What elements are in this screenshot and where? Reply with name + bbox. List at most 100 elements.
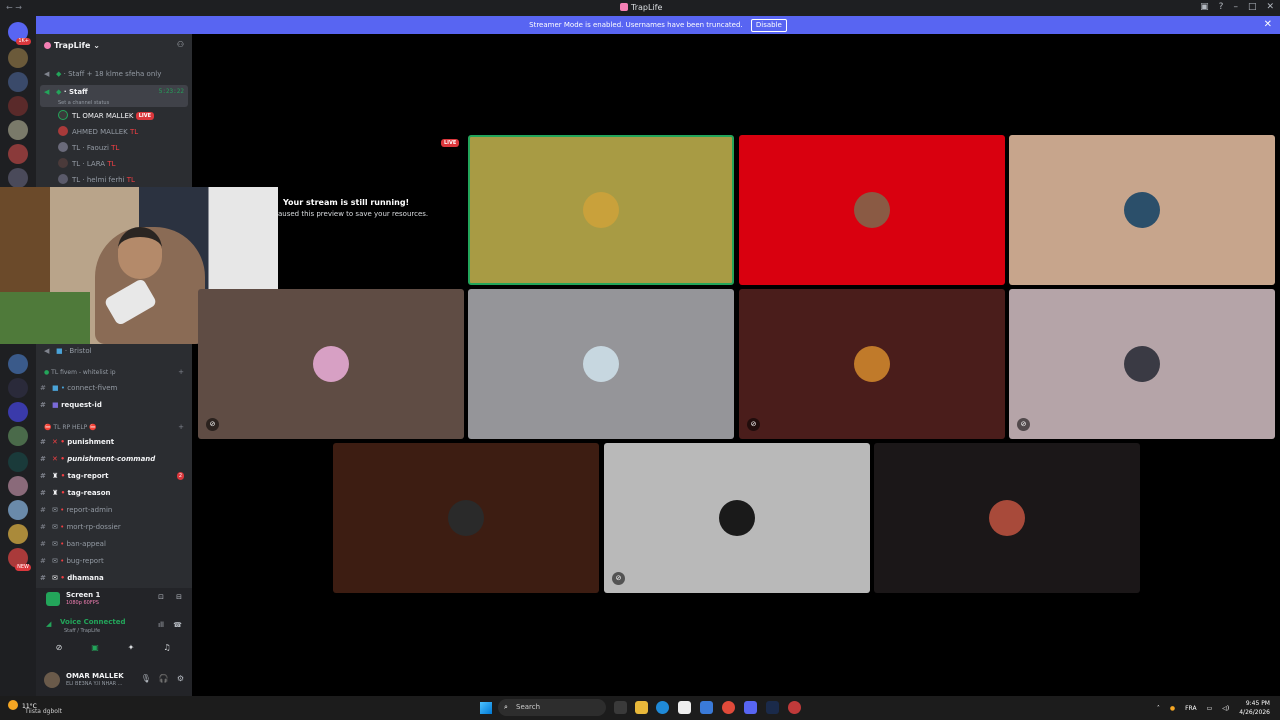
- participant-tile[interactable]: ⊘: [739, 289, 1005, 439]
- maximize-button[interactable]: □: [1248, 2, 1257, 12]
- nav-arrows-icon[interactable]: ← →: [6, 3, 22, 12]
- text-channel[interactable]: # ✕ • punishment: [40, 435, 114, 449]
- headphones-icon[interactable]: 🎧: [159, 674, 169, 683]
- participant-tile[interactable]: [333, 443, 599, 593]
- add-channel-icon[interactable]: +: [178, 368, 184, 376]
- minimize-button[interactable]: –: [1233, 2, 1238, 12]
- close-window-button[interactable]: ✕: [1266, 2, 1274, 12]
- chrome-icon[interactable]: [722, 701, 735, 714]
- signal-icon[interactable]: ◢: [46, 620, 51, 628]
- activities-button[interactable]: ✦: [116, 640, 146, 656]
- settings-gear-icon[interactable]: ⚙: [177, 674, 184, 683]
- avatar: [58, 158, 68, 168]
- server-icon[interactable]: [8, 402, 28, 422]
- participant-tile[interactable]: [468, 289, 734, 439]
- inbox-icon[interactable]: ▣: [1200, 2, 1209, 12]
- edge-icon[interactable]: [656, 701, 669, 714]
- voice-member[interactable]: TL · Faouzi TL: [58, 141, 119, 155]
- help-icon[interactable]: ?: [1219, 2, 1224, 12]
- participant-tile[interactable]: [468, 135, 734, 285]
- text-channel[interactable]: # ✉ • mort-rp-dossier: [40, 520, 121, 534]
- server-icon[interactable]: [8, 476, 28, 496]
- voice-channel-staff18[interactable]: ◀ ◆ · Staff + 18 klme sfeha only: [44, 67, 161, 81]
- server-icon[interactable]: [8, 72, 28, 92]
- server-icon[interactable]: NEW: [8, 548, 31, 571]
- server-name-header[interactable]: TrapLife ⌄ ⚇: [36, 34, 192, 56]
- text-channel[interactable]: # ♜ • tag-reason: [40, 486, 111, 500]
- server-icon[interactable]: [8, 354, 28, 374]
- screen-share-button[interactable]: ▣: [80, 640, 110, 656]
- text-channel[interactable]: # ✉ • dhamana: [40, 571, 104, 585]
- voice-member[interactable]: AHMED MALLEK TL: [58, 125, 138, 139]
- weather-widget[interactable]: 11°C Tiista dgbolt: [8, 700, 62, 715]
- disconnect-icon[interactable]: ☎: [173, 621, 182, 629]
- file-explorer-icon[interactable]: [635, 701, 648, 714]
- flag-icon: ■: [56, 347, 63, 355]
- category-help[interactable]: ⛔ TL RP HELP ⛔: [44, 421, 97, 435]
- server-icon[interactable]: [8, 452, 28, 472]
- language-indicator[interactable]: FRA: [1185, 705, 1196, 712]
- participant-tile[interactable]: [1009, 135, 1275, 285]
- invite-people-icon[interactable]: ⚇: [177, 40, 184, 49]
- task-view-icon[interactable]: [614, 701, 627, 714]
- voice-member[interactable]: TL · helmi ferhi TL: [58, 173, 135, 187]
- server-icon[interactable]: [8, 144, 28, 164]
- taskbar-search[interactable]: ⌕ Search: [498, 699, 606, 716]
- text-channel[interactable]: # ✉ • bug-report: [40, 554, 104, 568]
- discord-home-icon[interactable]: 1K+: [8, 22, 31, 45]
- camera-button[interactable]: ⊘: [44, 640, 74, 656]
- server-icon[interactable]: [8, 378, 28, 398]
- network-icon[interactable]: ▭: [1207, 705, 1213, 712]
- server-icon[interactable]: [8, 168, 28, 188]
- participant-tile[interactable]: ⊘: [1009, 289, 1275, 439]
- add-channel-icon[interactable]: +: [178, 423, 184, 431]
- participant-tile[interactable]: [739, 135, 1005, 285]
- voice-member[interactable]: TL · LARA TL: [58, 157, 116, 171]
- text-channel[interactable]: # ■ request-id: [40, 398, 102, 412]
- server-emblem-icon: [44, 42, 51, 49]
- participant-tile[interactable]: ⊘: [198, 289, 464, 439]
- search-icon: ⌕: [504, 703, 508, 711]
- streamer-mode-banner: Streamer Mode is enabled. Usernames have…: [36, 16, 1280, 34]
- server-icon[interactable]: [8, 500, 28, 520]
- server-icon[interactable]: [8, 524, 28, 544]
- system-tray: ˄ ● FRA ▭ ◁) 9:45 PM 4/26/2026: [1157, 699, 1270, 717]
- store-icon[interactable]: [678, 701, 691, 714]
- server-icon[interactable]: [8, 96, 28, 116]
- discord-icon[interactable]: [744, 701, 757, 714]
- text-channel[interactable]: # ✉ • report-admin: [40, 503, 112, 517]
- text-channel[interactable]: # ✕ • punishment-command: [40, 452, 155, 466]
- clock[interactable]: 9:45 PM 4/26/2026: [1239, 699, 1270, 717]
- server-icon[interactable]: [8, 48, 28, 68]
- stop-stream-icon[interactable]: ⊟: [176, 593, 182, 601]
- fivem-icon[interactable]: [788, 701, 801, 714]
- popout-icon[interactable]: ⊡: [158, 593, 164, 601]
- screen-share-row[interactable]: Screen 1 1080p 60FPS ⊡ ⊟: [36, 588, 192, 612]
- noise-suppression-icon[interactable]: ıll: [158, 621, 164, 629]
- soundboard-button[interactable]: ♫: [152, 640, 182, 656]
- current-user[interactable]: OMAR MALLEK ELI BE3NA Y.II NHAR ... 🎙 🎧 …: [36, 666, 192, 694]
- disable-streamer-mode-button[interactable]: Disable: [750, 19, 787, 32]
- channel-status[interactable]: Set a channel status: [58, 96, 109, 110]
- text-channel[interactable]: # ✉ • ban-appeal: [40, 537, 106, 551]
- category-fivem[interactable]: ● TL fivem - whitelist ip: [44, 366, 116, 380]
- steam-icon[interactable]: [766, 701, 779, 714]
- participant-tile[interactable]: [874, 443, 1140, 593]
- server-icon[interactable]: [8, 426, 28, 446]
- text-channel[interactable]: # ■ • connect-fivem: [40, 381, 117, 395]
- close-banner-icon[interactable]: ✕: [1264, 16, 1272, 34]
- voice-channel-bristol[interactable]: ◀ ■ · Bristol: [44, 344, 92, 358]
- start-button[interactable]: [480, 702, 492, 714]
- pin-icon: ♜: [52, 472, 59, 480]
- mic-tray-icon[interactable]: ●: [1170, 705, 1175, 712]
- participant-tile[interactable]: ⊘: [604, 443, 870, 593]
- hash-icon: #: [40, 523, 46, 531]
- volume-icon[interactable]: ◁): [1222, 705, 1229, 712]
- hash-icon: #: [40, 489, 46, 497]
- server-icon[interactable]: [8, 120, 28, 140]
- app-icon[interactable]: [700, 701, 713, 714]
- text-channel[interactable]: # ♜ • tag-report: [40, 469, 108, 483]
- voice-member[interactable]: TL OMAR MALLEK LIVE: [58, 109, 155, 123]
- microphone-icon[interactable]: 🎙: [141, 674, 151, 683]
- chevron-up-icon[interactable]: ˄: [1157, 705, 1160, 712]
